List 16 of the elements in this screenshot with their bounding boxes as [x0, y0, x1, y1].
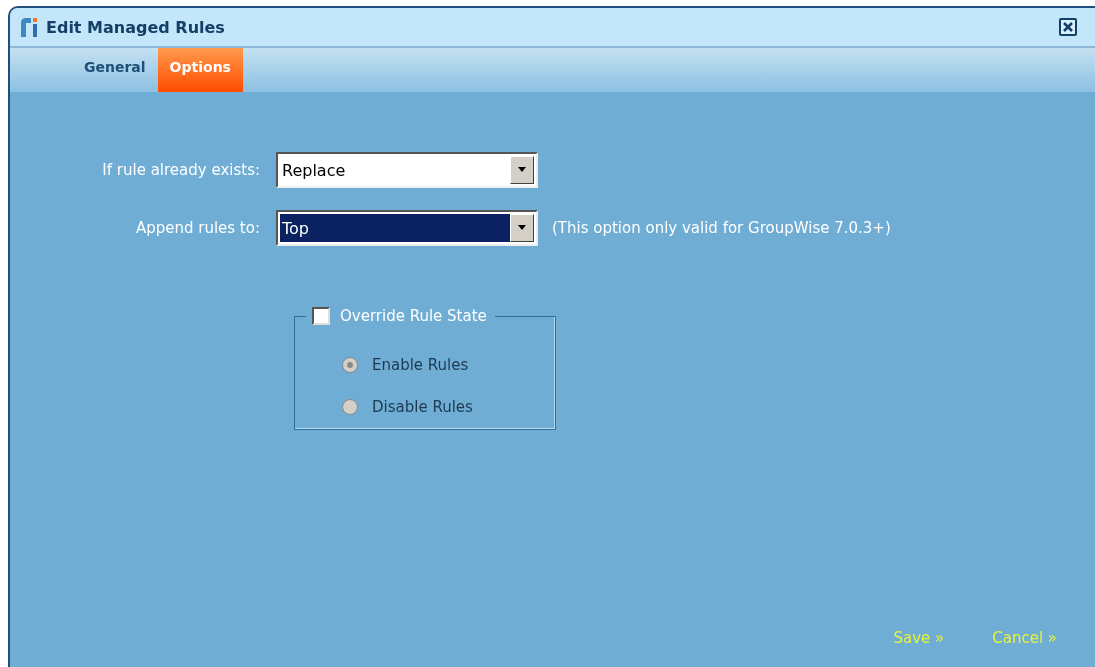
- field-label: Append rules to:: [134, 219, 261, 237]
- tab[interactable]: General: [72, 48, 158, 86]
- caret-icon: [517, 167, 527, 173]
- window-title: Edit Managed Rules: [46, 17, 226, 37]
- field-label: If rule already exists:: [101, 161, 261, 179]
- checkbox[interactable]: [312, 307, 330, 325]
- close-icon: [1062, 21, 1074, 33]
- checkbox-label: Override Rule State: [340, 307, 487, 325]
- hint-text: (This option only valid for GroupWise 7.0.3+): [552, 219, 891, 237]
- close-button[interactable]: [1059, 18, 1077, 36]
- radio-label: Enable Rules: [372, 356, 469, 374]
- radio-label: Disable Rules: [372, 398, 473, 416]
- logo-icon: [20, 17, 38, 37]
- caret-icon: [517, 225, 527, 231]
- dropdown[interactable]: Top: [276, 210, 538, 246]
- dropdown[interactable]: Replace: [276, 152, 538, 188]
